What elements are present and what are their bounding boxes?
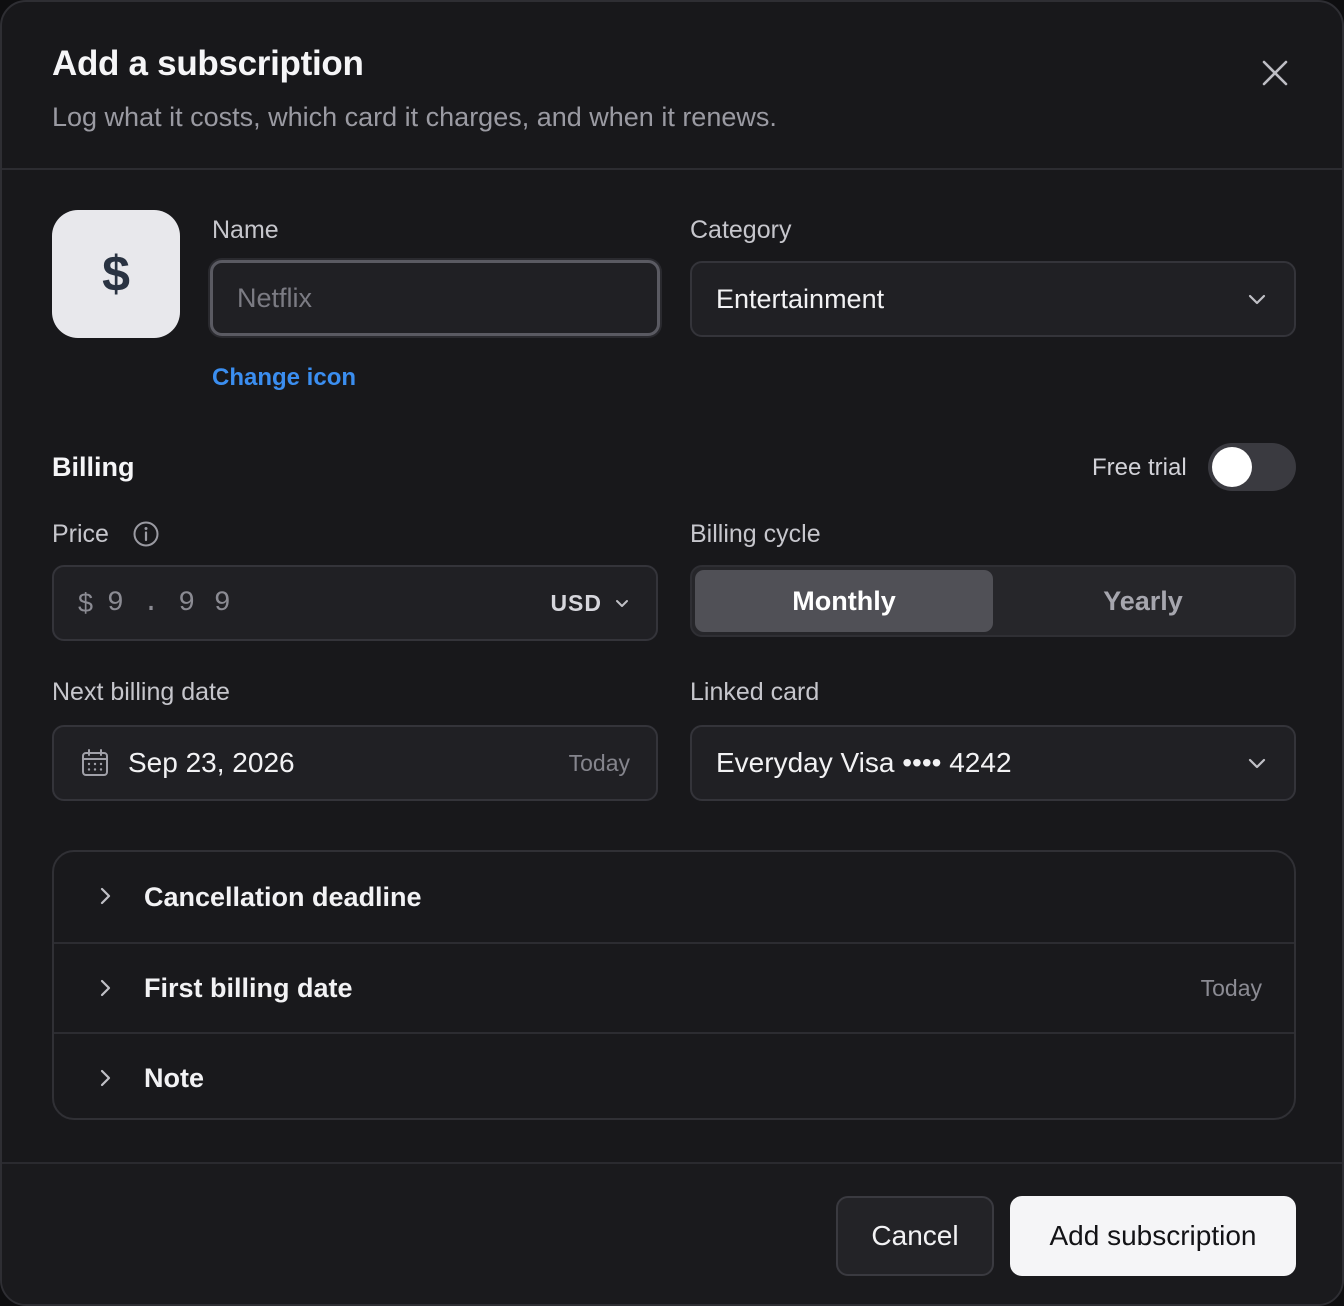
price-input-group: $ 9 . 9 9 xyxy=(78,588,232,619)
currency-symbol: $ xyxy=(78,587,94,618)
info-icon[interactable] xyxy=(132,520,160,548)
dialog-title: Add a subscription xyxy=(52,44,364,83)
chevron-right-icon xyxy=(100,887,111,905)
chevron-down-icon xyxy=(1248,758,1266,769)
linked-card-label: Linked card xyxy=(690,678,820,706)
category-value: Entertainment xyxy=(716,283,885,314)
price-field[interactable]: $ 9 . 9 9 USD xyxy=(52,565,658,641)
dollar-icon: $ xyxy=(102,246,130,302)
next-billing-date-label: Next billing date xyxy=(52,678,230,706)
category-label: Category xyxy=(690,216,792,244)
dialog-footer: Cancel Add subscription xyxy=(2,1162,1342,1304)
accordion-item-label: Cancellation deadline xyxy=(144,881,422,912)
price-label: Price xyxy=(52,520,109,548)
cancel-button[interactable]: Cancel xyxy=(836,1196,994,1276)
category-select[interactable]: Entertainment xyxy=(690,261,1296,337)
name-field-wrapper xyxy=(210,260,660,336)
dialog-subtitle: Log what it costs, which card it charges… xyxy=(52,102,777,132)
billing-cycle-segmented-control: Monthly Yearly xyxy=(690,565,1296,637)
toggle-knob xyxy=(1212,447,1252,487)
close-icon xyxy=(1262,60,1288,86)
add-subscription-button[interactable]: Add subscription xyxy=(1010,1196,1296,1276)
currency-select[interactable]: USD xyxy=(550,590,632,617)
subscription-icon-tile[interactable]: $ xyxy=(52,210,180,338)
date-value-group: Sep 23, 2026 xyxy=(80,747,295,779)
name-label: Name xyxy=(212,216,279,244)
free-trial-toggle[interactable] xyxy=(1208,443,1296,491)
accordion-item-label: First billing date xyxy=(144,972,353,1003)
billing-section-title: Billing xyxy=(52,452,135,482)
accordion-item-hint: Today xyxy=(1200,974,1262,1001)
chevron-right-icon xyxy=(100,979,111,997)
chevron-right-icon xyxy=(100,1069,111,1087)
chevron-down-icon xyxy=(616,600,628,607)
dialog-header: Add a subscription Log what it costs, wh… xyxy=(2,2,1342,170)
accordion-item-label: Note xyxy=(144,1062,204,1093)
billing-cycle-label: Billing cycle xyxy=(690,520,821,548)
optional-fields-accordion: Cancellation deadline First billing date… xyxy=(52,850,1296,1120)
free-trial-label: Free trial xyxy=(1092,454,1187,481)
accordion-item-first-billing-date[interactable]: First billing date Today xyxy=(54,942,1294,1032)
next-billing-date-value: Sep 23, 2026 xyxy=(128,747,295,778)
cycle-option-yearly[interactable]: Yearly xyxy=(994,570,1292,632)
close-button[interactable] xyxy=(1254,52,1296,94)
linked-card-select[interactable]: Everyday Visa •••• 4242 xyxy=(690,725,1296,801)
calendar-icon xyxy=(82,749,108,776)
name-input[interactable] xyxy=(213,263,657,333)
today-shortcut[interactable]: Today xyxy=(569,750,630,777)
chevron-down-icon xyxy=(1248,294,1266,305)
currency-value: USD xyxy=(550,589,602,616)
accordion-item-cancellation-deadline[interactable]: Cancellation deadline xyxy=(54,852,1294,942)
accordion-item-note[interactable]: Note xyxy=(54,1032,1294,1118)
cycle-option-monthly[interactable]: Monthly xyxy=(695,570,993,632)
next-billing-date-field[interactable]: Sep 23, 2026 Today xyxy=(52,725,658,801)
price-input[interactable]: 9 . 9 9 xyxy=(107,588,232,619)
add-subscription-dialog: Add a subscription Log what it costs, wh… xyxy=(0,0,1344,1306)
linked-card-value: Everyday Visa •••• 4242 xyxy=(716,747,1012,778)
change-icon-link[interactable]: Change icon xyxy=(212,364,356,392)
